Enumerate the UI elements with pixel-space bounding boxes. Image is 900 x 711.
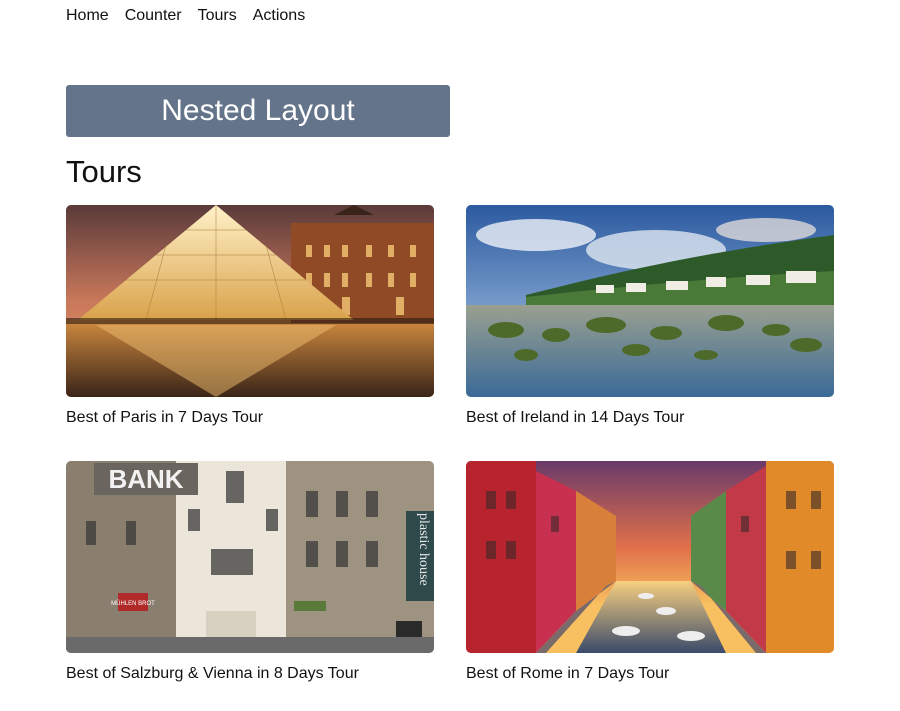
plastic-house-sign-text: plastic house [416, 513, 431, 586]
tour-card-rome[interactable]: Best of Rome in 7 Days Tour [466, 461, 834, 682]
top-nav: Home Counter Tours Actions [66, 7, 305, 25]
tour-name[interactable]: Best of Paris in 7 Days Tour [66, 409, 263, 427]
louvre-pyramid-photo[interactable] [66, 205, 434, 397]
tour-name[interactable]: Best of Rome in 7 Days Tour [466, 665, 669, 683]
tour-name[interactable]: Best of Ireland in 14 Days Tour [466, 409, 685, 427]
banner-title: Nested Layout [161, 94, 355, 127]
nav-home-link[interactable]: Home [66, 7, 109, 25]
tour-name[interactable]: Best of Salzburg & Vienna in 8 Days Tour [66, 665, 359, 683]
tour-card-ireland[interactable]: Best of Ireland in 14 Days Tour [466, 205, 834, 426]
tour-card-salzburg-vienna[interactable]: BANK plastic house MÜHLEN BROT Best of S… [66, 461, 434, 682]
page-title: Tours [66, 154, 142, 189]
ireland-coast-photo[interactable] [466, 205, 834, 397]
nav-actions-link[interactable]: Actions [253, 7, 305, 25]
muehlen-brot-sign-text: MÜHLEN BROT [111, 600, 155, 607]
nested-layout-banner: Nested Layout [66, 85, 450, 137]
vienna-street-photo[interactable]: BANK plastic house MÜHLEN BROT [66, 461, 434, 653]
nav-counter-link[interactable]: Counter [125, 7, 182, 25]
bank-sign-text: BANK [108, 464, 183, 494]
nav-tours-link[interactable]: Tours [198, 7, 237, 25]
rome-canal-photo[interactable] [466, 461, 834, 653]
tour-card-paris[interactable]: Best of Paris in 7 Days Tour [66, 205, 434, 426]
